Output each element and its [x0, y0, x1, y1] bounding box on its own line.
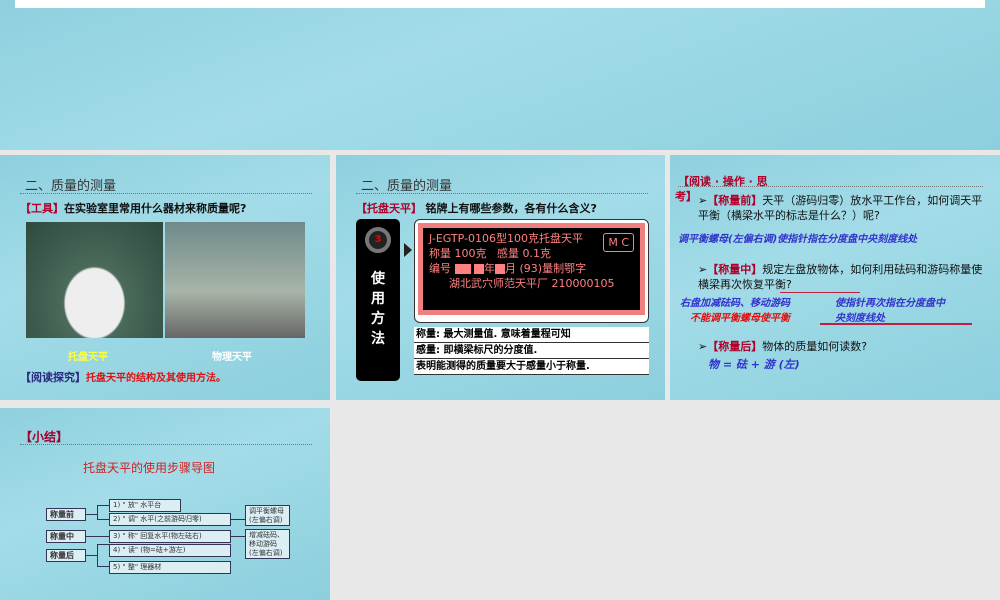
divider — [356, 193, 648, 194]
slide-title: 【小结】 — [20, 430, 69, 444]
side-note-adjust: 调平衡螺母 (左偏右调) — [245, 505, 290, 526]
step-char: 方 — [371, 311, 385, 327]
q1-label: 【称量前】 — [707, 194, 763, 207]
side-note-weights: 增减砝码、 移动游码 (左偏右调) — [245, 529, 290, 559]
plate-model: J-EGTP-0106型100克托盘天平 — [429, 232, 583, 245]
read-line: 【阅读探究】托盘天平的结构及其使用方法。 — [20, 369, 226, 385]
answer-during-d: 央刻度线处 — [835, 313, 885, 324]
note-capacity: 称量: 最大测量值. 意味着量程可知 — [414, 327, 649, 343]
question-before: ➢【称量前】天平（游码归零）放水平工作台，如何调天平平衡（横梁水平的标志是什么？… — [698, 193, 983, 223]
step-5: 5) " 整" 理器材 — [109, 561, 231, 574]
label: 【托盘天平】 — [356, 202, 422, 215]
slide-3[interactable]: 二、质量的测量 【托盘天平】 铭牌上有哪些参数，各有什么含义? 3 使 用 方 … — [336, 155, 665, 400]
tool-label: 【工具】 — [20, 202, 64, 215]
nameplate-frame: J-EGTP-0106型100克托盘天平 M C 称量 100克 感量 0.1克 … — [414, 219, 649, 323]
tool-line: 【工具】在实验室里常用什么器材来称质量呢? — [20, 200, 246, 216]
caption-tray-balance: 托盘天平 — [68, 352, 108, 363]
q2-label: 【称量中】 — [707, 263, 763, 276]
answer-during-a: 右盘加减砝码、移动游码 — [680, 298, 790, 309]
slide-2[interactable]: 二、质量的测量 【工具】在实验室里常用什么器材来称质量呢? 托盘天平 物理天平 … — [0, 155, 330, 400]
white-bar — [15, 0, 985, 8]
bullet-icon: ➢ — [698, 194, 708, 207]
nameplate: J-EGTP-0106型100克托盘天平 M C 称量 100克 感量 0.1克 … — [418, 223, 645, 315]
divider — [20, 444, 312, 445]
phase-during: 称量中 — [46, 530, 86, 543]
read-text: 托盘天平的结构及其使用方法。 — [86, 373, 226, 384]
plate-mc-mark: M C — [603, 233, 634, 252]
slide-title: 二、质量的测量 — [25, 179, 117, 194]
header-b: 考】 — [675, 190, 697, 203]
bullet-icon: ➢ — [698, 263, 708, 276]
phase-after: 称量后 — [46, 549, 86, 562]
tray-balance-photo — [26, 222, 163, 338]
note-sensitivity: 感量: 即横梁标尺的分度值. — [414, 343, 649, 359]
answer-before: 调平衡螺母(左偏右调)使指针指在分度盘中央刻度线处 — [678, 234, 918, 245]
plate-maker: 湖北武穴师范天平厂 210000105 — [449, 277, 615, 290]
step-3: 3) " 称" 回复水平(物左砝右) — [109, 530, 231, 543]
step-panel: 3 使 用 方 法 — [356, 219, 400, 381]
label-line: 【托盘天平】 铭牌上有哪些参数，各有什么含义? — [356, 200, 597, 216]
bullet-icon: ➢ — [698, 340, 708, 353]
step-char: 用 — [371, 291, 385, 307]
plate-license: (93)量制鄂字 — [519, 262, 587, 275]
underline — [780, 292, 860, 293]
phase-before: 称量前 — [46, 508, 86, 521]
question: 在实验室里常用什么器材来称质量呢? — [64, 202, 247, 215]
divider — [20, 193, 312, 194]
plate-month: 月 — [505, 262, 516, 275]
question-after: ➢【称量后】物体的质量如何读数? — [698, 338, 867, 354]
answer-during-b: 使指针再次指在分度盘中 — [835, 298, 945, 309]
plate-capacity: 称量 100克 — [429, 247, 487, 260]
step-number-badge: 3 — [365, 227, 391, 253]
note-range: 表明能测得的质量要大于感量小于称量. — [414, 359, 649, 375]
underline — [820, 323, 972, 325]
answer-after: 物 = 砝 + 游 (左) — [708, 358, 800, 371]
q3-label: 【称量后】 — [707, 340, 763, 353]
step-4: 4) " 读" (物=砝+游左) — [109, 544, 231, 557]
plate-year: 年 — [484, 262, 495, 275]
diagram-title: 托盘天平的使用步骤导图 — [83, 461, 216, 475]
answer-during-c: 不能调平衡螺母使平衡 — [690, 313, 790, 324]
caption-physics-balance: 物理天平 — [212, 352, 252, 363]
physics-balance-photo — [165, 222, 305, 338]
step-2: 2) " 调" 水平(之前游码归零) — [109, 513, 231, 526]
step-char: 法 — [371, 331, 385, 347]
q3-text: 物体的质量如何读数? — [762, 340, 868, 353]
step-1: 1) " 放" 水平台 — [109, 499, 181, 512]
slide-title: 二、质量的测量 — [361, 179, 453, 194]
question-during: ➢【称量中】规定左盘放物体，如何利用砝码和游码称量使横梁再次恢复平衡? — [698, 262, 983, 292]
divider — [678, 186, 983, 187]
read-label: 【阅读探究】 — [20, 371, 86, 384]
slide-1[interactable] — [0, 0, 1000, 150]
slide-4[interactable]: 【阅读 · 操作 · 思 考】 ➢【称量前】天平（游码归零）放水平工作台，如何调… — [670, 155, 1000, 400]
plate-serial: 编号 — [429, 262, 451, 275]
plate-sensitivity: 感量 0.1克 — [497, 247, 551, 260]
step-char: 使 — [371, 271, 385, 287]
slide-5[interactable]: 【小结】 托盘天平的使用步骤导图 称量前 称量中 称量后 1) " 放" 水平台… — [0, 408, 330, 600]
question: 铭牌上有哪些参数，各有什么含义? — [425, 202, 597, 215]
arrow-icon — [404, 243, 412, 257]
